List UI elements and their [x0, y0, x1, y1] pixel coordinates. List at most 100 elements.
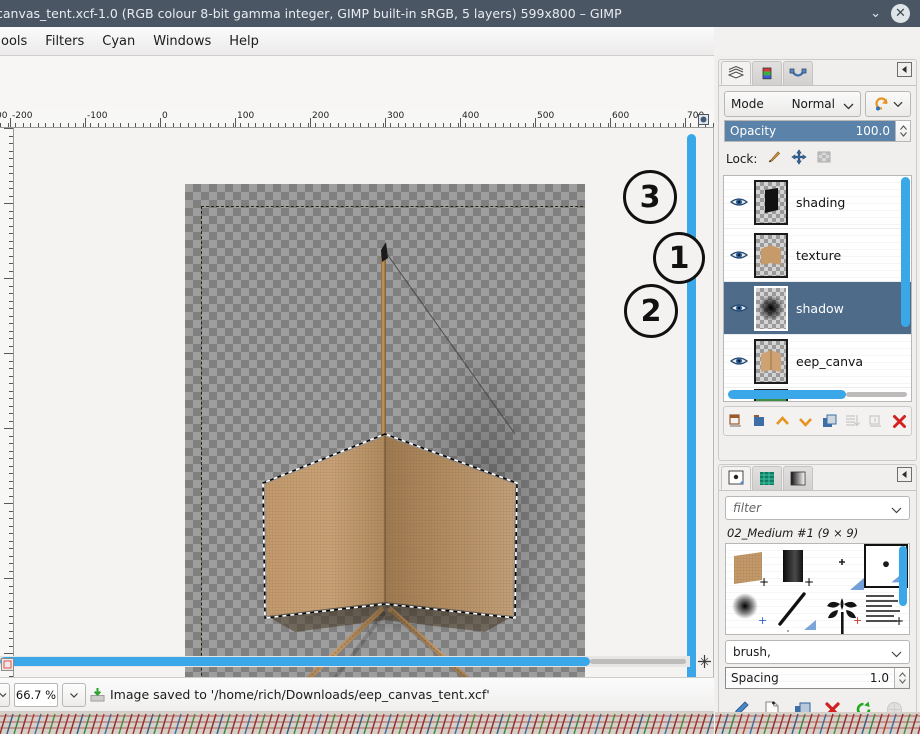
small-dot-brush[interactable] — [820, 546, 864, 590]
menu-item-filters[interactable]: Filters — [36, 32, 93, 51]
chevron-down-icon[interactable] — [891, 643, 902, 662]
dark-gradient-brush[interactable]: + — [774, 546, 818, 590]
chevron-down-icon[interactable]: ⌄ — [870, 7, 881, 20]
ruler-tick-major — [4, 503, 13, 504]
brushes-tab[interactable] — [721, 466, 751, 490]
layer-opacity-row[interactable]: Opacity 100.0 — [724, 120, 911, 142]
canvas-horizontal-scrollbar[interactable] — [0, 656, 690, 667]
ruler-tick — [458, 123, 459, 127]
layer-visibility-toggle[interactable] — [724, 196, 754, 208]
menu-item-tools[interactable]: ools — [0, 32, 36, 51]
ruler-tick — [9, 136, 13, 137]
canvas-vertical-scrollbar-thumb[interactable] — [687, 134, 696, 690]
layers-toolbar — [723, 406, 912, 436]
horizontal-ruler[interactable]: -200-100010020030040050060070000 — [0, 110, 714, 128]
paths-tab[interactable] — [783, 61, 813, 85]
ruler-tick — [9, 638, 13, 639]
layer-row[interactable]: eep_canva — [724, 335, 911, 388]
brush-filter-input[interactable]: filter — [725, 496, 910, 520]
ruler-tick-major — [385, 118, 386, 127]
ruler-tick — [383, 123, 384, 127]
reset-mode-button[interactable] — [865, 91, 911, 117]
layers-list[interactable]: shadingtextureshadoweep_canva — [723, 175, 912, 402]
menu-item-windows[interactable]: Windows — [144, 32, 220, 51]
layer-thumbnail — [754, 233, 788, 278]
layers-list-horizontal-scrollbar[interactable] — [728, 390, 907, 399]
lower-layer-button[interactable] — [796, 411, 816, 431]
brush-grid-scrollbar-thumb[interactable] — [899, 546, 907, 606]
chevron-down-icon — [0, 691, 7, 699]
brush-select-dropdown[interactable]: brush, — [725, 640, 910, 664]
ruler-tick — [45, 123, 46, 127]
canvas-texture-brush[interactable]: + — [728, 546, 772, 590]
fuzzy-circle-brush[interactable]: + — [728, 590, 772, 634]
ruler-tick — [270, 123, 271, 127]
selected-brush-label: 02_Medium #1 (9 × 9) — [719, 525, 916, 543]
ruler-corner-indicator[interactable] — [695, 110, 711, 128]
layers-tab[interactable] — [721, 61, 751, 85]
layer-opacity-slider[interactable]: Opacity 100.0 — [725, 121, 895, 141]
brush-spacing-row[interactable]: Spacing 1.0 — [725, 667, 910, 689]
menu-item-help[interactable]: Help — [220, 32, 268, 51]
new-layer-group-button[interactable] — [749, 411, 769, 431]
ruler-tick — [293, 123, 294, 127]
layers-dock-menu-button[interactable] — [897, 62, 912, 77]
layer-opacity-spinner[interactable] — [895, 121, 910, 141]
tent-artwork — [185, 184, 585, 713]
patterns-tab[interactable] — [752, 466, 782, 490]
zoom-dropdown-button[interactable] — [62, 683, 86, 707]
lock-pixels-brush-icon[interactable] — [766, 149, 782, 169]
layer-row[interactable]: shading — [724, 176, 911, 229]
channels-tab[interactable] — [752, 61, 782, 85]
close-icon[interactable]: ✕ — [891, 4, 910, 23]
raise-layer-button[interactable] — [772, 411, 792, 431]
lock-position-move-icon[interactable] — [791, 149, 807, 169]
canvas-viewport[interactable] — [15, 128, 687, 713]
ruler-tick — [503, 123, 504, 127]
duplicate-layer-button[interactable] — [819, 411, 839, 431]
right-dock: Mode Normal — [715, 56, 920, 734]
layer-visibility-toggle[interactable] — [724, 302, 754, 314]
canvas-vertical-scrollbar[interactable] — [686, 130, 697, 706]
delete-layer-button[interactable] — [889, 411, 909, 431]
brush-spacing-spinner[interactable] — [894, 668, 909, 688]
navigation-preview-button[interactable] — [697, 654, 712, 669]
ruler-tick — [9, 391, 13, 392]
quick-mask-toggle[interactable] — [1, 656, 14, 669]
brush-dot-icon — [727, 470, 745, 486]
brush-plus-badge: + — [804, 575, 814, 589]
ruler-tick — [9, 443, 13, 444]
brushes-dock-menu-button[interactable] — [897, 467, 912, 482]
layers-list-horizontal-scrollbar-thumb[interactable] — [728, 390, 846, 399]
layer-visibility-toggle[interactable] — [724, 249, 754, 261]
vertical-ruler[interactable] — [0, 128, 14, 713]
ruler-tick — [278, 123, 279, 127]
lock-alpha-icon[interactable] — [816, 149, 832, 169]
window-titlebar: canvas_tent.xcf-1.0 (RGB colour 8-bit ga… — [0, 0, 920, 27]
ruler-tick — [255, 123, 256, 127]
diagonal-stroke-brush[interactable] — [774, 590, 818, 634]
ruler-tick — [9, 383, 13, 384]
brush-grid[interactable]: + + — [725, 543, 910, 635]
layers-list-vertical-scrollbar[interactable] — [901, 177, 910, 387]
layer-mode-dropdown[interactable]: Mode Normal — [724, 91, 861, 117]
ruler-tick — [9, 158, 13, 159]
brush-spacing-slider[interactable]: Spacing 1.0 — [726, 668, 894, 688]
layer-row[interactable]: shadow — [724, 282, 911, 335]
ruler-tick — [9, 323, 13, 324]
ruler-tick — [9, 218, 13, 219]
image-canvas[interactable] — [185, 184, 585, 713]
chevron-down-icon[interactable] — [891, 499, 902, 518]
gradients-tab[interactable] — [783, 466, 813, 490]
zoom-previous-button[interactable] — [0, 683, 10, 707]
zoom-level-input[interactable]: 66.7 % — [14, 683, 58, 707]
layer-row[interactable]: texture — [724, 229, 911, 282]
brushes-dock-tabs — [719, 465, 916, 491]
new-layer-button[interactable] — [726, 411, 746, 431]
layers-list-vertical-scrollbar-thumb[interactable] — [901, 177, 910, 327]
ruler-tick — [413, 123, 414, 127]
menu-item-cyan[interactable]: Cyan — [93, 32, 144, 51]
layer-visibility-toggle[interactable] — [724, 355, 754, 367]
leaves-brush[interactable]: + — [820, 590, 864, 634]
canvas-horizontal-scrollbar-thumb[interactable] — [0, 657, 590, 666]
